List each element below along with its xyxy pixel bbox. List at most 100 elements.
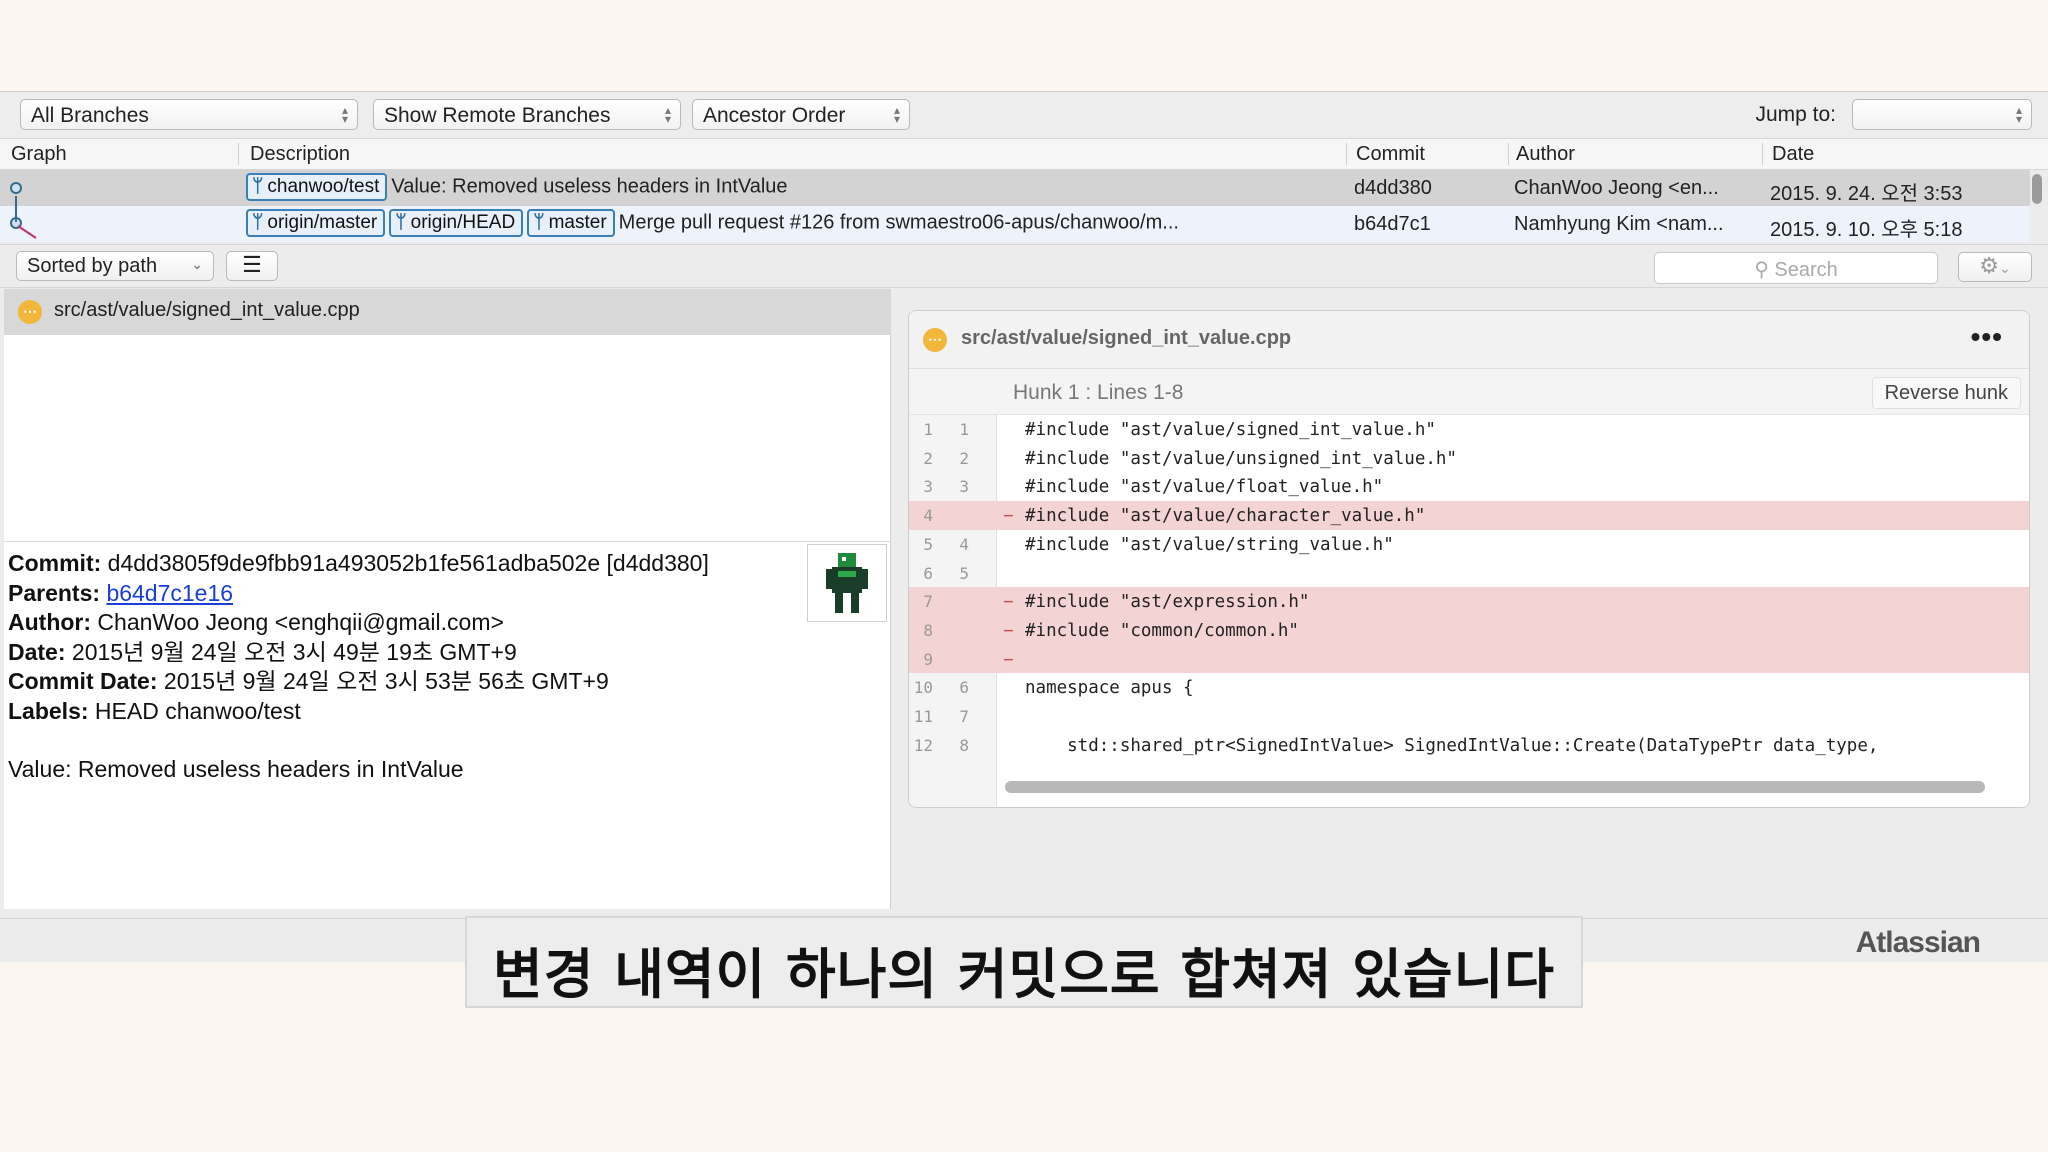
reverse-hunk-button[interactable]: Reverse hunk — [1871, 377, 2021, 409]
branch-tag[interactable]: ᛘ master — [527, 209, 615, 237]
diff-line-deleted[interactable]: 7 − #include "ast/expression.h" — [909, 587, 2029, 616]
diff-line[interactable]: 1 1 #include "ast/value/signed_int_value.h… — [909, 415, 2029, 444]
chevron-down-icon: ⌄ — [191, 256, 203, 272]
diff-line-deleted[interactable]: 9− — [909, 644, 2029, 674]
video-subtitle: 변경 내역이 하나의 커밋으로 합쳐져 있습니다 — [465, 916, 1583, 1008]
branch-tag-label: chanwoo/test — [267, 176, 380, 197]
commit-row[interactable]: ᛘ origin/master ᛘ origin/HEAD ᛘ master Merge p… — [0, 196, 2030, 242]
commit-date-line: Commit Date: 2015년 9월 24일 오전 3시 53분 56초 … — [8, 667, 798, 697]
sort-dropdown[interactable]: Sorted by path ⌄ — [16, 251, 214, 281]
date-label: Date: — [8, 638, 66, 665]
col-graph[interactable]: Graph — [11, 143, 67, 166]
commit-hash: d4dd380 — [1354, 177, 1432, 199]
more-options-icon[interactable]: ••• — [1971, 321, 2003, 353]
jump-to-label: Jump to: — [1755, 103, 1836, 126]
diff-code: #include "ast/value/character_value.h" — [1025, 506, 1426, 527]
old-line-number: 6 — [923, 563, 933, 583]
branch-toolbar: All Branches ▴ ▾ Show Remote Branches ▴ ▾ … — [0, 92, 2048, 139]
diff-code: #include "ast/value/signed_int_value.h" — [1025, 420, 1436, 440]
diff-line[interactable]: 5 4 #include "ast/value/string_value.h" — [909, 530, 2029, 559]
modified-icon: ⋯ — [18, 300, 42, 324]
deletion-marker: − — [1003, 649, 1014, 670]
column-divider — [1346, 143, 1347, 165]
diff-code: #include "ast/value/unsigned_int_value.h… — [1025, 448, 1457, 469]
commit-row[interactable]: ᛘ chanwoo/test Value: Removed useless head… — [0, 170, 2030, 206]
old-line-number: 3 — [923, 477, 933, 497]
col-commit[interactable]: Commit — [1356, 143, 1425, 166]
settings-dropdown[interactable]: ⚙⌄ — [1958, 252, 2032, 282]
new-line-number: 2 — [959, 448, 969, 468]
branch-icon: ᛘ — [252, 212, 264, 233]
branch-tag[interactable]: ᛘ origin/HEAD — [389, 209, 524, 237]
graph-line-icon — [15, 196, 37, 239]
commit-line: Commit: d4dd3805f9de9fbb91a493052b1fe561… — [8, 549, 798, 579]
search-icon: ⚲ — [1754, 259, 1769, 281]
diff-line-deleted[interactable]: 8 − #include "common/common.h" — [909, 615, 2029, 645]
updown-arrows-icon: ▴ ▾ — [341, 103, 348, 126]
commit-hash: b64d7c1 — [1354, 213, 1431, 235]
branch-tag[interactable]: ᛘ chanwoo/test — [246, 173, 388, 201]
date-line: Date: 2015년 9월 24일 오전 3시 49분 19초 GMT+9 — [8, 638, 798, 668]
list-icon: ☰ — [242, 252, 262, 277]
commit-date-label: Commit Date: — [8, 668, 158, 694]
column-divider — [1762, 143, 1763, 165]
order-dropdown[interactable]: Ancestor Order ▴ ▾ — [692, 99, 910, 130]
col-date[interactable]: Date — [1772, 143, 1814, 166]
branch-icon: ᛘ — [252, 176, 264, 197]
branch-icon: ᛘ — [533, 212, 545, 233]
branch-tag-label: origin/HEAD — [410, 212, 516, 233]
file-list-pane: ⋯ src/ast/value/signed_int_value.cpp Com… — [4, 289, 891, 909]
updown-arrows-icon: ▴ ▾ — [664, 103, 671, 126]
branch-tag[interactable]: ᛘ origin/master — [246, 209, 386, 237]
gear-icon: ⚙ — [1979, 253, 1999, 278]
author-label: Author: — [8, 609, 92, 635]
old-line-number: 11 — [913, 707, 933, 726]
branch-icon: ᛘ — [395, 212, 407, 233]
commit-list-scrollbar[interactable] — [2032, 174, 2042, 204]
old-line-number: 8 — [923, 620, 933, 640]
list-view-button[interactable]: ☰ — [226, 251, 278, 281]
diff-line[interactable]: 10 6 namespace apus { — [909, 673, 2029, 702]
branch-tag-label: origin/master — [267, 212, 378, 233]
parent-commit-link[interactable]: b64d7c1e16 — [106, 580, 233, 606]
new-line-number: 1 — [959, 420, 969, 439]
col-description[interactable]: Description — [250, 143, 350, 166]
diff-line[interactable]: 3 3 #include "ast/value/float_value.h" — [909, 472, 2029, 501]
diff-line[interactable]: 65 — [909, 559, 2029, 588]
parents-line: Parents: b64d7c1e16 — [8, 579, 798, 609]
diff-code: #include "ast/value/float_value.h" — [1025, 477, 1384, 498]
file-search-input[interactable]: ⚲ Search — [1654, 252, 1938, 284]
diff-view: ⋯ src/ast/value/signed_int_value.cpp •••… — [908, 310, 2030, 808]
commit-date: 2015. 9. 10. 오후 5:18 — [1770, 219, 1963, 241]
commit-author: Namhyung Kim <nam... — [1514, 213, 1724, 235]
diff-line[interactable]: 2 2 #include "ast/value/unsigned_int_value… — [909, 444, 2029, 473]
horizontal-scrollbar[interactable] — [1005, 781, 1985, 793]
col-author[interactable]: Author — [1516, 143, 1575, 166]
changed-file-path: src/ast/value/signed_int_value.cpp — [54, 299, 360, 321]
new-line-number: 7 — [959, 707, 969, 726]
remote-branches-dropdown[interactable]: Show Remote Branches ▴ ▾ — [373, 99, 681, 130]
updown-arrows-icon: ▴ ▾ — [893, 103, 900, 126]
files-toolbar: Sorted by path ⌄ ☰ ⚲ Search ⚙⌄ — [0, 244, 2048, 288]
diff-code: #include "ast/expression.h" — [1025, 592, 1310, 613]
commit-table-header: Graph Description Commit Author Date — [0, 139, 2048, 170]
commit-date: 2015. 9. 24. 오전 3:53 — [1770, 183, 1963, 205]
branches-dropdown[interactable]: All Branches ▴ ▾ — [20, 99, 358, 130]
branches-dropdown-label: All Branches — [31, 104, 149, 127]
branch-tag-label: master — [548, 212, 607, 233]
atlassian-watermark: Atlassian — [1855, 926, 1981, 959]
commit-message: Value: Removed useless headers in IntVal… — [8, 756, 464, 782]
diff-line[interactable]: 12 8 std::shared_ptr<SignedIntValue> Sign… — [909, 731, 2029, 760]
new-line-number: 5 — [959, 563, 969, 583]
diff-line[interactable]: 11 7 — [909, 702, 2029, 731]
new-line-number: 6 — [959, 678, 969, 698]
commit-details: Commit: d4dd3805f9de9fbb91a493052b1fe561… — [8, 549, 798, 785]
diff-line-deleted[interactable]: 4 − #include "ast/value/character_value.h" — [909, 501, 2029, 530]
changed-file-row[interactable]: ⋯ src/ast/value/signed_int_value.cpp — [4, 289, 891, 335]
labels-label: Labels: — [8, 697, 89, 724]
diff-code: namespace apus { — [1025, 678, 1194, 699]
jump-to-dropdown[interactable]: ▴ ▾ — [1852, 99, 2032, 130]
labels-line: Labels: HEAD chanwoo/test — [8, 697, 798, 727]
parents-label: Parents: — [8, 579, 101, 606]
